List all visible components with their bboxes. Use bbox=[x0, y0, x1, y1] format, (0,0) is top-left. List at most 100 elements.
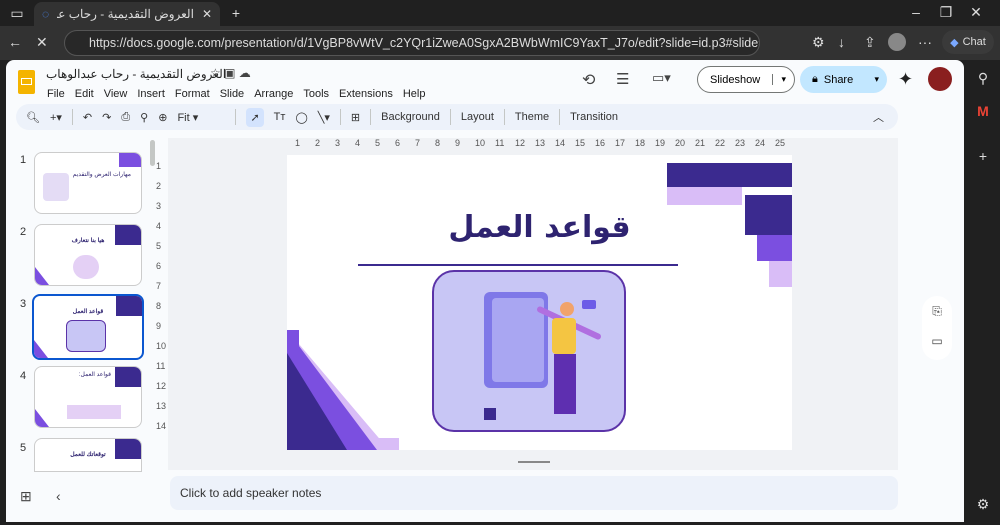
ruler-tick-label: 15 bbox=[575, 138, 586, 148]
ruler-tick-label: 9 bbox=[455, 138, 461, 148]
stop-loading-icon[interactable]: ✕ bbox=[36, 34, 48, 51]
gemini-icon[interactable]: ✦ bbox=[898, 69, 913, 90]
comments-icon[interactable]: ☰ bbox=[616, 70, 629, 88]
decor-block bbox=[769, 261, 792, 287]
filmstrip[interactable]: 1 مهارات العرض والتقديم 2 هيا بنا نتعارف… bbox=[6, 138, 158, 472]
current-slide[interactable]: قواعد العمل bbox=[287, 155, 792, 450]
ruler-tick-label: 3 bbox=[156, 201, 162, 211]
collapse-toolbar-icon[interactable]: ︿ bbox=[873, 109, 884, 125]
select-icon[interactable]: ➚ bbox=[246, 107, 264, 127]
slideshow-button[interactable]: Slideshow ▾ bbox=[697, 66, 795, 93]
document-title[interactable]: العروض التقديمية - رحاب عبدالوهاب bbox=[46, 67, 226, 81]
share-button[interactable]: 🔒︎ Share ▾ bbox=[800, 66, 887, 93]
thumb-title: هيا بنا نتعارف bbox=[71, 238, 105, 244]
speaker-notes[interactable]: Click to add speaker notes bbox=[170, 476, 898, 510]
layout-button[interactable]: Layout bbox=[461, 111, 494, 123]
drive-folder-icon[interactable]: ▭ bbox=[922, 326, 952, 356]
ruler-tick-label: 10 bbox=[475, 138, 486, 148]
ruler-tick-label: 1 bbox=[295, 138, 301, 148]
copilot-chat-button[interactable]: ◆ Chat bbox=[942, 30, 994, 54]
line-icon[interactable]: ╲▾ bbox=[318, 111, 330, 124]
user-avatar[interactable] bbox=[928, 67, 952, 91]
add-sidebar-icon[interactable]: + bbox=[966, 136, 1000, 176]
lock-icon: 🔒︎ bbox=[812, 73, 818, 85]
close-window-icon[interactable]: ✕ bbox=[968, 4, 984, 21]
undo-icon[interactable]: ↶ bbox=[83, 111, 92, 124]
slideshow-label: Slideshow bbox=[710, 73, 761, 86]
share-page-icon[interactable]: ⇪ bbox=[864, 34, 876, 51]
menu-extensions[interactable]: Extensions bbox=[339, 88, 393, 100]
slide-thumbnail-5[interactable]: توقعاتك للعمل bbox=[34, 438, 142, 472]
slides-logo-icon[interactable] bbox=[18, 70, 35, 94]
ruler-tick-label: 3 bbox=[335, 138, 341, 148]
restore-icon[interactable]: ❐ bbox=[938, 4, 954, 21]
more-icon[interactable]: ··· bbox=[918, 34, 932, 50]
back-icon[interactable]: ← bbox=[8, 34, 22, 50]
menu-format[interactable]: Format bbox=[175, 88, 210, 100]
zoom-icon[interactable]: ⊕ bbox=[158, 111, 167, 124]
slide-thumbnail-3[interactable]: قواعد العمل bbox=[32, 294, 144, 360]
slide-number: 3 bbox=[20, 298, 27, 310]
download-icon[interactable]: ↓ bbox=[838, 34, 845, 50]
slide-title[interactable]: قواعد العمل bbox=[287, 210, 792, 245]
close-tab-icon[interactable]: ✕ bbox=[202, 7, 212, 21]
comment-add-icon[interactable]: ⊞ bbox=[351, 111, 360, 124]
ruler-tick-label: 7 bbox=[156, 281, 162, 291]
slide-thumbnail-4[interactable]: قواعد العمل: bbox=[34, 366, 142, 428]
star-icon[interactable]: ☆ ▣ ☁ bbox=[210, 66, 251, 80]
ruler-tick-label: 5 bbox=[375, 138, 381, 148]
slideshow-dropdown-icon[interactable]: ▾ bbox=[772, 74, 794, 85]
grid-view-icon[interactable]: ⊞ bbox=[20, 488, 32, 505]
keep-icon[interactable]: ⎘ bbox=[922, 296, 952, 326]
illustration-woman-notebook[interactable] bbox=[432, 270, 626, 432]
ruler-tick-label: 8 bbox=[156, 301, 162, 311]
settings-icon[interactable]: ⚙ bbox=[966, 496, 1000, 513]
redo-icon[interactable]: ↷ bbox=[102, 111, 111, 124]
browser-tab[interactable]: ◌ العروض التقديمية - رحاب عبدالوهاب ✕ bbox=[34, 2, 220, 26]
profile-avatar[interactable] bbox=[888, 33, 906, 51]
zoom-select[interactable]: Fit ▾ bbox=[177, 111, 225, 124]
url-field[interactable]: https://docs.google.com/presentation/d/1… bbox=[64, 30, 760, 56]
tab-actions-icon[interactable]: ▭ bbox=[8, 4, 26, 22]
transition-button[interactable]: Transition bbox=[570, 111, 618, 123]
notes-resize-handle[interactable] bbox=[518, 461, 550, 463]
menu-arrange[interactable]: Arrange bbox=[254, 88, 293, 100]
ruler-tick-label: 11 bbox=[156, 361, 166, 371]
new-slide-icon[interactable]: +▾ bbox=[50, 111, 62, 124]
shape-icon[interactable]: ◯ bbox=[295, 111, 307, 124]
slide-thumbnail-2[interactable]: هيا بنا نتعارف bbox=[34, 224, 142, 286]
ruler-tick-label: 14 bbox=[555, 138, 566, 148]
extensions-icon[interactable]: ⚙ bbox=[812, 34, 825, 51]
gmail-icon[interactable]: M bbox=[966, 96, 1000, 126]
edge-sidebar: ⚲ M + ⚙ bbox=[966, 60, 1000, 525]
minimize-icon[interactable]: – bbox=[908, 4, 924, 20]
menu-edit[interactable]: Edit bbox=[75, 88, 94, 100]
loading-icon: ◌ bbox=[42, 7, 50, 21]
print-icon[interactable]: ⎙ bbox=[121, 111, 130, 124]
text-box-icon[interactable]: Tт bbox=[274, 111, 286, 123]
ruler-tick-label: 2 bbox=[156, 181, 162, 191]
menu-tools[interactable]: Tools bbox=[303, 88, 329, 100]
background-button[interactable]: Background bbox=[381, 111, 440, 123]
meet-icon[interactable]: ▭▾ bbox=[652, 70, 671, 86]
menu-slide[interactable]: Slide bbox=[220, 88, 244, 100]
menu-file[interactable]: File bbox=[47, 88, 65, 100]
share-dropdown-icon[interactable]: ▾ bbox=[874, 74, 887, 85]
theme-button[interactable]: Theme bbox=[515, 111, 549, 123]
slide-thumbnail-1[interactable]: مهارات العرض والتقديم bbox=[34, 152, 142, 214]
menu-view[interactable]: View bbox=[104, 88, 128, 100]
vertical-ruler: 1 2 3 4 5 6 7 8 9 10 11 12 13 14 bbox=[154, 155, 168, 450]
menu-help[interactable]: Help bbox=[403, 88, 426, 100]
ruler-tick-label: 13 bbox=[535, 138, 546, 148]
ruler-tick-label: 5 bbox=[156, 241, 162, 251]
menu-insert[interactable]: Insert bbox=[137, 88, 165, 100]
ruler-tick-label: 1 bbox=[156, 161, 162, 171]
new-tab-icon[interactable]: + bbox=[228, 4, 244, 22]
search-menus-icon[interactable]: 🔍︎ bbox=[26, 111, 40, 124]
search-sidebar-icon[interactable]: ⚲ bbox=[966, 60, 1000, 96]
chat-label: Chat bbox=[962, 36, 986, 48]
collapse-filmstrip-icon[interactable]: ‹ bbox=[56, 488, 61, 504]
ruler-tick-label: 21 bbox=[695, 138, 706, 148]
version-history-icon[interactable]: ⟲ bbox=[582, 70, 595, 90]
paint-format-icon[interactable]: ⚲ bbox=[140, 111, 148, 124]
